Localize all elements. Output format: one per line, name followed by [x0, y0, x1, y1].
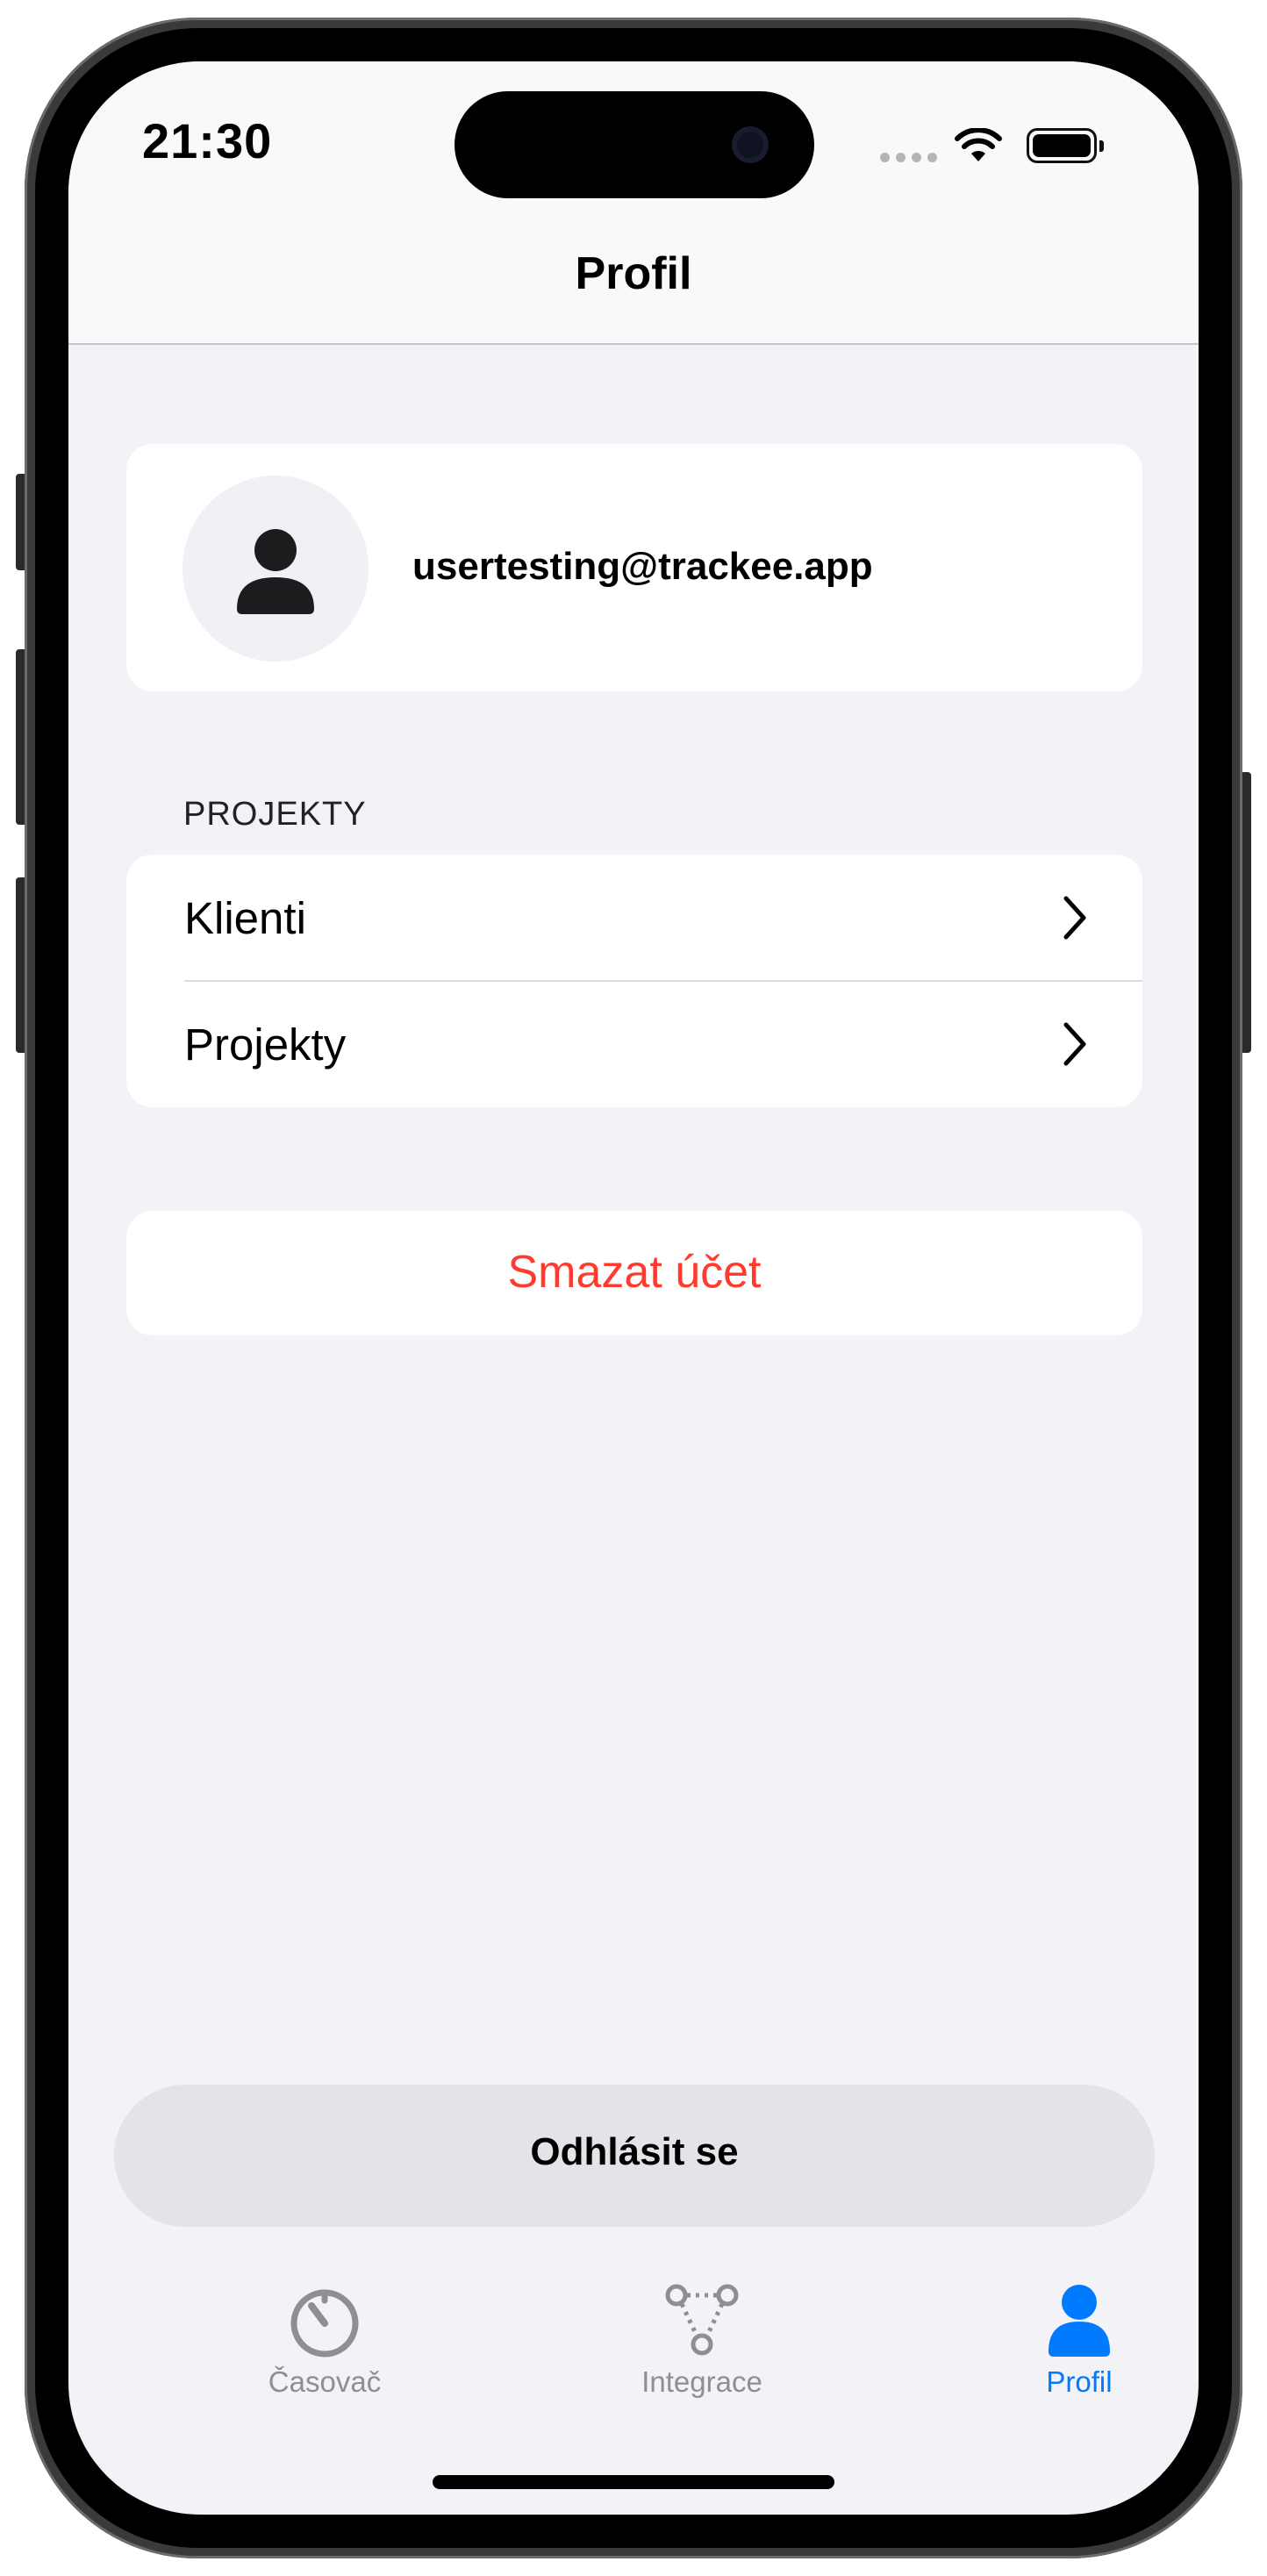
section-header-projects: PROJEKTY: [183, 796, 367, 833]
screen: 21:30 Profil usertesting@trackee.app PRO…: [68, 61, 1199, 2515]
tab-integrations[interactable]: Integrace: [570, 2281, 834, 2399]
timer-icon: [290, 2289, 359, 2358]
integrations-icon: [665, 2284, 739, 2356]
list-item-projects[interactable]: Projekty: [126, 981, 1142, 1107]
person-icon: [237, 529, 314, 614]
cellular-signal-icon: [880, 153, 937, 162]
list-item-label: Klienti: [184, 893, 306, 943]
avatar: [183, 476, 369, 662]
tab-label: Profil: [1046, 2365, 1113, 2398]
battery-icon: [1027, 128, 1104, 163]
chevron-right-icon: [1063, 896, 1086, 940]
home-indicator[interactable]: [433, 2475, 834, 2489]
status-time: 21:30: [142, 113, 273, 168]
chevron-right-icon: [1063, 1022, 1086, 1066]
delete-account-button[interactable]: Smazat účet: [126, 1211, 1142, 1335]
tab-timer[interactable]: Časovač: [193, 2281, 456, 2399]
profile-card: usertesting@trackee.app: [126, 444, 1142, 691]
navigation-bar: 21:30 Profil: [68, 61, 1199, 345]
list-item-label: Projekty: [184, 1020, 347, 1070]
delete-account-label: Smazat účet: [507, 1247, 762, 1298]
user-email: usertesting@trackee.app: [412, 545, 873, 588]
projects-list: Klienti Projekty: [126, 855, 1142, 1107]
tab-label: Integrace: [641, 2365, 762, 2398]
page-title: Profil: [575, 248, 692, 299]
list-item-clients[interactable]: Klienti: [126, 855, 1142, 982]
logout-button[interactable]: Odhlásit se: [114, 2085, 1155, 2227]
logout-label: Odhlásit se: [530, 2130, 739, 2173]
dynamic-island: [455, 91, 814, 198]
tab-profile[interactable]: Profil: [948, 2281, 1199, 2399]
wifi-icon: [955, 128, 1002, 161]
person-icon: [1049, 2285, 1110, 2357]
tab-label: Časovač: [268, 2365, 382, 2398]
